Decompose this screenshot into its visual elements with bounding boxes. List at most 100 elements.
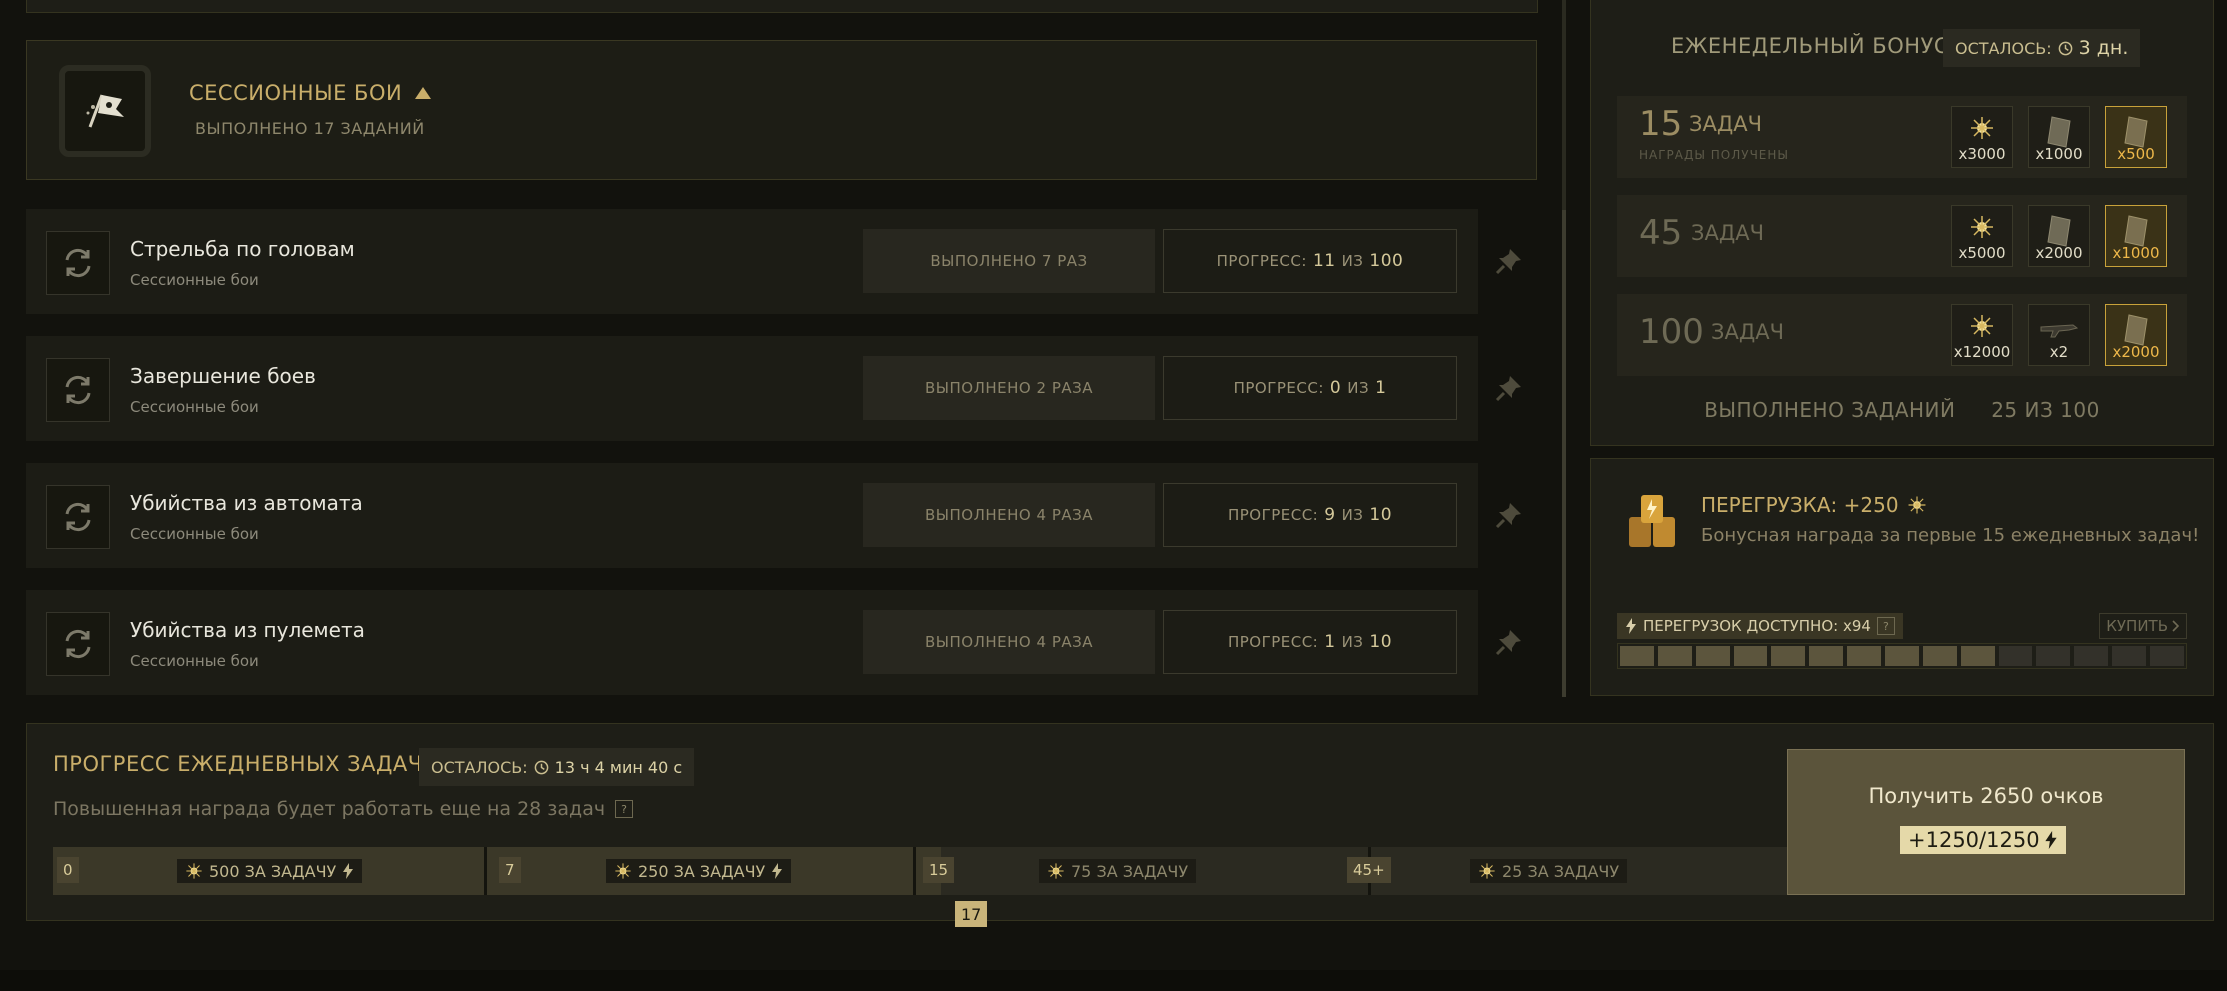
overload-description: Бонусная награда за первые 15 ежедневных… (1701, 525, 2200, 546)
chevron-right-icon (2172, 620, 2180, 632)
overload-bar-segment (1809, 646, 1844, 666)
segment-reward: 500 ЗА ЗАДАЧУ (177, 859, 363, 883)
pin-icon[interactable] (1494, 627, 1524, 657)
lightning-icon (1626, 618, 1636, 634)
overload-bar-segment (2074, 646, 2109, 666)
spark-icon (1048, 863, 1064, 879)
task-row[interactable]: Стрельба по головам Сессионные бои ВЫПОЛ… (26, 209, 1478, 314)
task-name: Убийства из автомата (130, 491, 363, 515)
refresh-icon[interactable] (46, 612, 110, 676)
task-progress: ПРОГРЕСС: 11 ИЗ 100 (1163, 229, 1457, 293)
progress-current: 11 (1312, 251, 1336, 271)
weapon-icon (2040, 324, 2079, 338)
spark-icon (1479, 863, 1495, 879)
threshold-marker: 15 (923, 857, 955, 883)
reward-qty: x2 (2049, 343, 2069, 361)
claim-points-text: +1250/1250 (1908, 828, 2040, 852)
overload-bar-segment (2150, 646, 2184, 666)
tier-status: НАГРАДЫ ПОЛУЧЕНЫ (1639, 148, 1789, 162)
progress-current: 0 (1329, 378, 1342, 398)
reward-plate-premium[interactable]: x2000 (2105, 304, 2167, 366)
tier-word: ЗАДАЧ (1689, 112, 1762, 136)
session-battles-header[interactable]: СЕССИОННЫЕ БОИ ВЫПОЛНЕНО 17 ЗАДАНИЙ (26, 40, 1537, 180)
task-progress: ПРОГРЕСС: 9 ИЗ 10 (1163, 483, 1457, 547)
reward-qty: x5000 (1958, 244, 2006, 262)
claim-points-button[interactable]: Получить 2650 очков +1250/1250 (1787, 749, 2185, 895)
segment-reward: 250 ЗА ЗАДАЧУ (606, 859, 792, 883)
reward-qty: x2000 (2112, 343, 2160, 361)
reward-plate[interactable]: x1000 (2028, 106, 2090, 168)
progress-label: ПРОГРЕСС: (1233, 379, 1324, 397)
segment-divider (913, 847, 916, 895)
task-category: Сессионные бои (130, 271, 259, 289)
reward-qty: x1000 (2035, 145, 2083, 163)
claim-points: +1250/1250 (1900, 826, 2066, 854)
progress-label: ПРОГРЕСС: (1216, 252, 1307, 270)
daily-left-label: ОСТАЛОСЬ: (431, 757, 528, 777)
claim-title: Получить 2650 очков (1868, 784, 2104, 808)
progress-of: ИЗ (1341, 252, 1364, 270)
daily-segment: 500 ЗА ЗАДАЧУ (53, 847, 486, 895)
reward-plate[interactable]: x2000 (2028, 205, 2090, 267)
daily-note-text: Повышенная награда будет работать еще на… (53, 798, 606, 820)
progress-current: 9 (1324, 505, 1336, 525)
weekly-left-value: 3 дн. (2078, 37, 2129, 59)
segment-reward-text: 250 ЗА ЗАДАЧУ (638, 861, 766, 881)
progress-current: 1 (1324, 632, 1336, 652)
segment-reward-text: 75 ЗА ЗАДАЧУ (1071, 861, 1189, 881)
daily-left-value: 13 ч 4 мин 40 с (554, 757, 683, 777)
threshold-marker: 0 (57, 857, 79, 883)
spark-icon (1971, 117, 1993, 139)
segment-reward: 25 ЗА ЗАДАЧУ (1470, 859, 1628, 883)
progress-of: ИЗ (1341, 633, 1364, 651)
pin-icon[interactable] (1494, 500, 1524, 530)
weekly-done-value: 25 ИЗ 100 (1991, 398, 2100, 422)
armor-plate-icon (2047, 116, 2071, 148)
spark-icon (186, 863, 202, 879)
overload-bar-segment (1885, 646, 1919, 666)
triangle-up-icon (415, 87, 432, 99)
session-battles-icon (59, 65, 151, 157)
top-panel-edge (26, 0, 1538, 13)
tier-count: 15 (1639, 104, 1683, 144)
lightning-icon (343, 863, 354, 879)
reward-qty: x12000 (1953, 343, 2011, 361)
task-progress: ПРОГРЕСС: 0 ИЗ 1 (1163, 356, 1457, 420)
weekly-tier: 100 ЗАДАЧ x12000 x2 x2000 (1617, 294, 2187, 376)
progress-of: ИЗ (1347, 379, 1370, 397)
overload-available: ПЕРЕГРУЗОК ДОСТУПНО: x94 ? (1617, 613, 1903, 639)
daily-segment: 250 ЗА ЗАДАЧУ (486, 847, 915, 895)
reward-weapon[interactable]: x2 (2028, 304, 2090, 366)
reward-plate-premium[interactable]: x500 (2105, 106, 2167, 168)
overload-crate-icon (1625, 491, 1679, 551)
daily-progress-track: 500 ЗА ЗАДАЧУ 250 ЗА ЗАДАЧУ 75 ЗА ЗАДАЧУ… (53, 847, 1798, 927)
buy-overload-button[interactable]: КУПИТЬ (2099, 613, 2187, 639)
pin-icon[interactable] (1494, 373, 1524, 403)
refresh-icon[interactable] (46, 358, 110, 422)
help-icon[interactable]: ? (615, 800, 634, 818)
reward-plate-premium[interactable]: x1000 (2105, 205, 2167, 267)
weekly-completed: ВЫПОЛНЕНО ЗАДАНИЙ 25 ИЗ 100 (1591, 398, 2213, 422)
refresh-icon[interactable] (46, 231, 110, 295)
progress-total: 1 (1375, 378, 1387, 398)
weekly-left-label: ОСТАЛОСЬ: (1955, 38, 2052, 58)
task-completed-count: ВЫПОЛНЕНО 4 РАЗА (863, 610, 1155, 674)
task-category: Сессионные бои (130, 398, 259, 416)
reward-points[interactable]: x5000 (1951, 205, 2013, 267)
progress-label: ПРОГРЕСС: (1227, 506, 1319, 524)
pin-icon[interactable] (1494, 246, 1524, 276)
overload-bar-segment (1960, 646, 1995, 666)
task-row[interactable]: Убийства из пулемета Сессионные бои ВЫПО… (26, 590, 1478, 695)
refresh-icon[interactable] (46, 485, 110, 549)
weekly-title: ЕЖЕНЕДЕЛЬНЫЙ БОНУС (1671, 34, 1949, 58)
task-row[interactable]: Завершение боев Сессионные бои ВЫПОЛНЕНО… (26, 336, 1478, 441)
daily-segment: 25 ЗА ЗАДАЧУ (1370, 847, 1797, 895)
overload-title: ПЕРЕГРУЗКА: +250 (1701, 493, 1927, 517)
reward-points[interactable]: x3000 (1951, 106, 2013, 168)
task-row[interactable]: Убийства из автомата Сессионные бои ВЫПО… (26, 463, 1478, 568)
overload-bar-segment (2112, 646, 2147, 666)
daily-segment: 75 ЗА ЗАДАЧУ (941, 847, 1370, 895)
reward-points[interactable]: x12000 (1951, 304, 2013, 366)
help-icon[interactable]: ? (1876, 617, 1895, 635)
scrollbar-thumb[interactable] (1562, 210, 1566, 697)
